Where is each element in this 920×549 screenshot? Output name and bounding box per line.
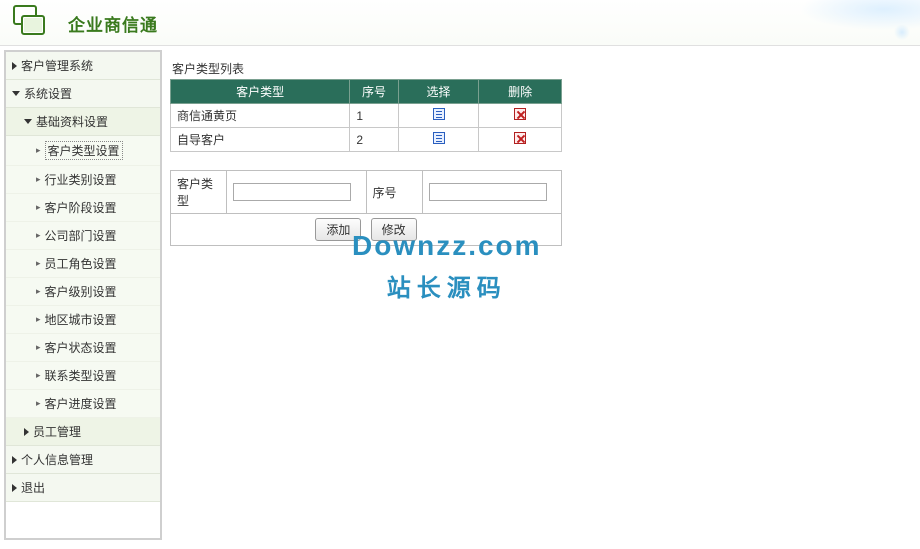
caret-right-icon [12,456,17,464]
th-seq: 序号 [350,80,398,104]
nav-customer-system[interactable]: 客户管理系统 [6,52,160,80]
nav-contact-type[interactable]: ▸联系类型设置 [6,362,160,390]
nav-industry-category[interactable]: ▸行业类别设置 [6,166,160,194]
form-name-label: 客户类型 [171,171,227,214]
customer-type-table: 客户类型 序号 选择 删除 商信通黄页 1 自导客户 2 [170,79,562,152]
th-name: 客户类型 [171,80,350,104]
nav-staff-role[interactable]: ▸员工角色设置 [6,250,160,278]
edit-icon[interactable] [433,132,445,144]
nav-customer-stage[interactable]: ▸客户阶段设置 [6,194,160,222]
bullet-icon: ▸ [36,174,41,185]
bullet-icon: ▸ [36,314,41,325]
nav-customer-type[interactable]: ▸客户类型设置 [6,136,160,166]
header-decoration [740,0,920,46]
nav-system-settings[interactable]: 系统设置 [6,80,160,108]
th-delete: 删除 [479,80,562,104]
cell-seq: 1 [350,104,398,128]
bullet-icon: ▸ [36,145,41,156]
add-button[interactable]: 添加 [315,218,361,241]
nav-customer-level[interactable]: ▸客户级别设置 [6,278,160,306]
delete-icon[interactable] [514,108,526,120]
bullet-icon: ▸ [36,342,41,353]
cell-seq: 2 [350,128,398,152]
app-title: 企业商信通 [68,11,158,36]
nav-personal-info[interactable]: 个人信息管理 [6,446,160,474]
nav-basic-data[interactable]: 基础资料设置 [6,108,160,136]
nav-staff-manage[interactable]: 员工管理 [6,418,160,446]
bullet-icon: ▸ [36,286,41,297]
bullet-icon: ▸ [36,202,41,213]
nav-customer-progress[interactable]: ▸客户进度设置 [6,390,160,418]
customer-type-input[interactable] [233,183,351,201]
form-seq-label: 序号 [366,171,422,214]
cell-name: 商信通黄页 [171,104,350,128]
caret-right-icon [24,428,29,436]
nav-customer-status[interactable]: ▸客户状态设置 [6,334,160,362]
nav-region-city[interactable]: ▸地区城市设置 [6,306,160,334]
delete-icon[interactable] [514,132,526,144]
form-table: 客户类型 序号 添加 修改 [170,170,562,246]
watermark-line2: 站长源码 [352,268,542,303]
app-header: 企业商信通 [0,0,920,46]
nav-company-dept[interactable]: ▸公司部门设置 [6,222,160,250]
caret-down-icon [24,119,32,124]
main-content: 客户类型列表 客户类型 序号 选择 删除 商信通黄页 1 自导客户 [162,50,916,540]
bullet-icon: ▸ [36,398,41,409]
list-title: 客户类型列表 [172,60,908,77]
sidebar-nav: 客户管理系统 系统设置 基础资料设置 ▸客户类型设置 ▸行业类别设置 ▸客户阶段… [4,50,162,540]
bullet-icon: ▸ [36,258,41,269]
edit-icon[interactable] [433,108,445,120]
nav-exit[interactable]: 退出 [6,474,160,502]
table-row: 自导客户 2 [171,128,562,152]
caret-right-icon [12,484,17,492]
edit-button[interactable]: 修改 [371,218,417,241]
caret-down-icon [12,91,20,96]
bullet-icon: ▸ [36,370,41,381]
table-row: 商信通黄页 1 [171,104,562,128]
caret-right-icon [12,62,17,70]
logo-area: 企业商信通 [10,4,158,42]
bullet-icon: ▸ [36,230,41,241]
app-logo-icon [10,4,52,42]
th-select: 选择 [398,80,479,104]
cell-name: 自导客户 [171,128,350,152]
seq-input[interactable] [429,183,547,201]
